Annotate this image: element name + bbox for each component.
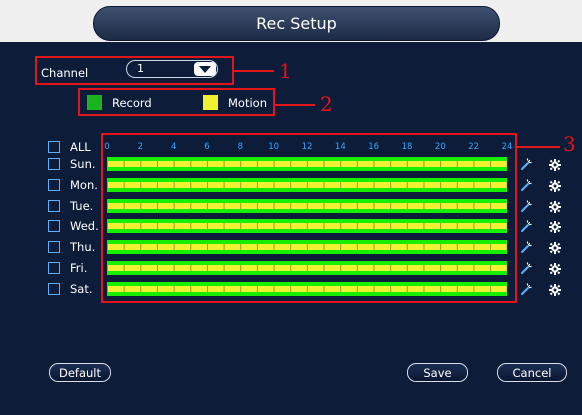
day-checkbox[interactable] <box>48 178 60 191</box>
rec-setup-window: Rec Setup Channel 1 1 Record Motion 2 3 … <box>0 0 582 415</box>
motion-schedule-strip[interactable] <box>107 181 507 188</box>
gear-icon[interactable] <box>548 282 562 296</box>
day-label: Sun. <box>70 157 96 171</box>
wand-icon[interactable] <box>519 157 533 171</box>
day-schedule-bar[interactable] <box>107 157 507 171</box>
hour-tick-label: 2 <box>137 142 144 152</box>
hour-tick-label: 6 <box>204 142 210 152</box>
cancel-button[interactable]: Cancel <box>497 363 567 382</box>
day-label: Sat. <box>70 281 93 296</box>
wand-icon[interactable] <box>519 199 533 213</box>
annotation-line-3 <box>517 146 560 148</box>
day-label: Tue. <box>70 198 94 213</box>
day-schedule-bar[interactable] <box>107 240 507 255</box>
hour-tick-label: 16 <box>368 142 380 152</box>
day-checkbox[interactable] <box>48 199 60 212</box>
hour-tick-label: 4 <box>170 142 177 152</box>
annotation-line-1 <box>234 70 274 72</box>
hour-tick-label: 20 <box>434 142 446 152</box>
day-label: Fri. <box>70 261 88 275</box>
day-label: Wed. <box>70 219 99 234</box>
motion-schedule-strip[interactable] <box>107 202 507 209</box>
hour-tick-label: 18 <box>401 142 413 152</box>
day-checkbox[interactable] <box>48 241 60 254</box>
record-legend-label: Record <box>112 96 152 110</box>
gear-icon[interactable] <box>548 199 562 213</box>
default-button[interactable]: Default <box>49 363 111 382</box>
gear-icon[interactable] <box>548 219 562 234</box>
hour-tick-label: 14 <box>334 142 346 152</box>
day-schedule-bar[interactable] <box>107 198 507 213</box>
wand-icon[interactable] <box>519 261 533 275</box>
motion-schedule-strip[interactable] <box>107 265 507 271</box>
day-label: Mon. <box>70 177 98 192</box>
wand-icon[interactable] <box>519 240 533 254</box>
channel-select-value: 1 <box>137 62 144 75</box>
motion-color-swatch <box>203 95 218 110</box>
hour-tick-label: 22 <box>468 142 480 152</box>
day-checkbox[interactable] <box>48 262 60 274</box>
wand-icon[interactable] <box>519 219 533 233</box>
wand-icon[interactable] <box>519 178 533 192</box>
motion-schedule-strip[interactable] <box>107 161 507 167</box>
gear-icon[interactable] <box>548 178 562 192</box>
motion-schedule-strip[interactable] <box>107 285 507 292</box>
save-button[interactable]: Save <box>407 363 468 382</box>
record-color-swatch <box>87 95 102 110</box>
channel-select[interactable]: 1 <box>126 60 218 78</box>
wand-icon[interactable] <box>519 282 533 296</box>
hour-tick-label: 0 <box>104 142 110 152</box>
hour-tick-label: 24 <box>501 142 513 152</box>
motion-schedule-strip[interactable] <box>107 244 507 251</box>
day-schedule-bar[interactable] <box>107 261 507 275</box>
window-title: Rec Setup <box>256 14 337 33</box>
hour-tick-label: 8 <box>237 142 244 152</box>
day-schedule-bar[interactable] <box>107 177 507 192</box>
all-days-label: ALL <box>70 140 91 154</box>
day-schedule-bar[interactable] <box>107 281 507 296</box>
title-bar: Rec Setup <box>0 0 582 46</box>
hour-tick-label: 10 <box>268 142 280 152</box>
day-checkbox[interactable] <box>48 158 60 170</box>
day-checkbox[interactable] <box>48 282 60 295</box>
motion-schedule-strip[interactable] <box>107 223 507 230</box>
annotation-number-3: 3 <box>563 132 576 156</box>
gear-icon[interactable] <box>548 157 562 171</box>
title-pill: Rec Setup <box>93 6 500 41</box>
all-days-checkbox[interactable] <box>48 141 60 153</box>
hour-tick-label: 12 <box>301 142 313 152</box>
day-label: Thu. <box>70 240 96 255</box>
gear-icon[interactable] <box>548 261 562 275</box>
annotation-number-1: 1 <box>279 59 292 83</box>
day-checkbox[interactable] <box>48 220 60 233</box>
gear-icon[interactable] <box>548 240 562 255</box>
day-schedule-bar[interactable] <box>107 219 507 234</box>
chevron-down-icon[interactable] <box>194 62 216 76</box>
annotation-line-2 <box>275 104 315 106</box>
channel-label: Channel <box>41 66 89 80</box>
annotation-number-2: 2 <box>320 92 333 116</box>
motion-legend-label: Motion <box>228 96 267 110</box>
